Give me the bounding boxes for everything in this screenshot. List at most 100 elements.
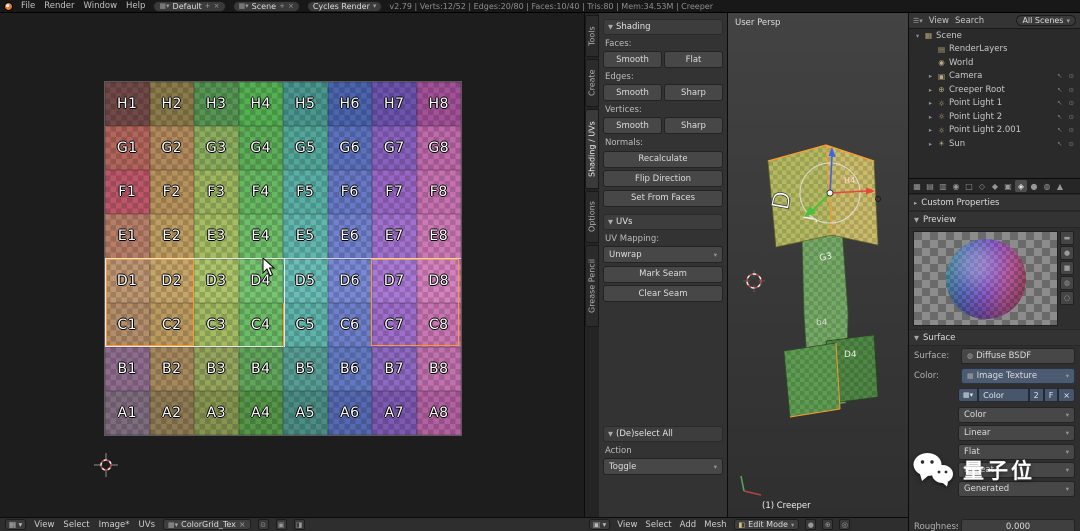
- render-engine-selector[interactable]: Cycles Render ▾: [307, 1, 383, 12]
- delete-scene-icon[interactable]: ×: [288, 2, 294, 10]
- preview-sphere[interactable]: ●: [1060, 246, 1074, 260]
- unlink-image-icon[interactable]: ×: [239, 520, 246, 529]
- uv-grid-cell[interactable]: H1: [105, 82, 150, 126]
- custom-properties-section-header[interactable]: ▸ Custom Properties: [909, 194, 1080, 211]
- uv-grid-cell[interactable]: E8: [417, 214, 462, 258]
- uv-grid-cell[interactable]: A7: [372, 391, 417, 435]
- uv-grid-cell[interactable]: H7: [372, 82, 417, 126]
- uv-grid-cell[interactable]: G7: [372, 126, 417, 170]
- shading-panel-header[interactable]: ▼ Shading: [603, 19, 723, 35]
- uv-grid-cell[interactable]: B3: [194, 347, 239, 391]
- texture-option-color[interactable]: Color▾: [958, 407, 1075, 423]
- pivot-point-icon[interactable]: ⊕: [822, 519, 833, 530]
- world-tab[interactable]: ◉: [950, 180, 962, 192]
- physics-tab[interactable]: ▲: [1054, 180, 1066, 192]
- menu-window[interactable]: Window: [83, 1, 119, 11]
- uv-grid-cell[interactable]: E2: [150, 214, 195, 258]
- roughness-slider[interactable]: 0.000: [961, 519, 1075, 531]
- shelf-tab-tools[interactable]: Tools: [585, 15, 599, 57]
- unwrap-button[interactable]: Unwrap ▾: [603, 246, 723, 263]
- deselect-all-panel-header[interactable]: ▼ (De)select All: [603, 426, 723, 442]
- add-layout-icon[interactable]: +: [205, 2, 211, 10]
- outliner-item-scene[interactable]: ▾▦Scene: [909, 29, 1080, 43]
- uvs-panel-header[interactable]: ▼ UVs: [603, 214, 723, 230]
- uv-grid-cell[interactable]: H2: [150, 82, 195, 126]
- uv-grid-cell[interactable]: C5: [283, 303, 328, 347]
- uv-grid-cell[interactable]: G1: [105, 126, 150, 170]
- surface-shader-button[interactable]: ◍ Diffuse BSDF: [961, 348, 1075, 364]
- flip-direction-button[interactable]: Flip Direction: [603, 170, 723, 187]
- uv-grid-cell[interactable]: D6: [328, 259, 373, 303]
- uv-grid-cell[interactable]: E5: [283, 214, 328, 258]
- uv-grid-cell[interactable]: A6: [328, 391, 373, 435]
- expander-icon[interactable]: ▸: [927, 72, 934, 80]
- outliner-item-sun[interactable]: ▸☀Sun↖ ⊙: [909, 137, 1080, 151]
- menu-help[interactable]: Help: [125, 1, 146, 11]
- edges-sharp-button[interactable]: Sharp: [664, 84, 723, 101]
- editor-type-outliner-icon[interactable]: ☰▾: [913, 17, 923, 25]
- shelf-tab-shading-uvs[interactable]: Shading / UVs: [585, 109, 599, 189]
- uv-grid-cell[interactable]: B5: [283, 347, 328, 391]
- menu-render[interactable]: Render: [43, 1, 75, 11]
- outliner-item-camera[interactable]: ▸▣Camera↖ ⊙: [909, 70, 1080, 84]
- restrict-toggles[interactable]: ↖ ⊙: [1057, 99, 1080, 107]
- set-from-faces-button[interactable]: Set From Faces: [603, 190, 723, 207]
- shelf-tab-options[interactable]: Options: [585, 191, 599, 243]
- outliner-item-creeper-root[interactable]: ▸⊕Creeper Root↖ ⊙: [909, 83, 1080, 97]
- fake-user-button[interactable]: F: [1044, 388, 1059, 402]
- vp-menu-add[interactable]: Add: [679, 520, 697, 530]
- modifiers-tab[interactable]: ◆: [989, 180, 1001, 192]
- editor-type-image-icon[interactable]: ▦ ▾: [5, 519, 26, 530]
- mode-selector[interactable]: ◧ Edit Mode ▾: [734, 519, 800, 530]
- uv-grid-cell[interactable]: F2: [150, 170, 195, 214]
- edges-smooth-button[interactable]: Smooth: [603, 84, 662, 101]
- uv-grid-cell[interactable]: G2: [150, 126, 195, 170]
- preview-flat[interactable]: ▬: [1060, 231, 1074, 245]
- uv-grid-cell[interactable]: F5: [283, 170, 328, 214]
- surface-section-header[interactable]: ▼ Surface: [909, 329, 1080, 346]
- restrict-toggles[interactable]: ↖ ⊙: [1057, 113, 1080, 121]
- add-scene-icon[interactable]: +: [279, 2, 285, 10]
- layout-selector[interactable]: ▦▾ Default + ×: [153, 1, 225, 12]
- unlink-image-button[interactable]: ×: [1058, 388, 1075, 402]
- uv-grid-cell[interactable]: D4: [239, 259, 284, 303]
- scene-tab[interactable]: ▥: [937, 180, 949, 192]
- object-tab[interactable]: □: [963, 180, 975, 192]
- preview-cube[interactable]: ■: [1060, 261, 1074, 275]
- uv-grid-cell[interactable]: B6: [328, 347, 373, 391]
- uv-grid-cell[interactable]: C3: [194, 303, 239, 347]
- image-datablock-selector[interactable]: ▦▾ ColorGrid_Tex ×: [163, 519, 251, 530]
- uv-grid-cell[interactable]: F1: [105, 170, 150, 214]
- outliner-item-point-light-2[interactable]: ▸☼Point Light 2↖ ⊙: [909, 110, 1080, 124]
- uv-grid-cell[interactable]: F4: [239, 170, 284, 214]
- uv-image-editor[interactable]: H1H2H3H4H5H6H7H8G1G2G3G4G5G6G7G8F1F2F3F4…: [0, 13, 584, 517]
- expander-icon[interactable]: ▸: [927, 113, 934, 121]
- uv-grid-cell[interactable]: B2: [150, 347, 195, 391]
- uv-grid-cell[interactable]: D5: [283, 259, 328, 303]
- creeper-model[interactable]: D J H4 G3 b4 D4: [728, 13, 908, 517]
- outliner-display-filter[interactable]: All Scenes ▾: [1016, 15, 1076, 26]
- expander-icon[interactable]: ▸: [927, 140, 934, 148]
- image-users-badge[interactable]: 2: [1029, 388, 1044, 402]
- uv-grid-cell[interactable]: A3: [194, 391, 239, 435]
- uv-grid-cell[interactable]: H8: [417, 82, 462, 126]
- uv-snap-icon[interactable]: ◨: [294, 519, 305, 530]
- uv-grid-cell[interactable]: B1: [105, 347, 150, 391]
- data-tab[interactable]: ▣: [1002, 180, 1014, 192]
- blender-logo-icon[interactable]: [4, 2, 13, 11]
- clear-seam-button[interactable]: Clear Seam: [603, 285, 723, 302]
- uv-grid-cell[interactable]: G5: [283, 126, 328, 170]
- uv-menu-view[interactable]: View: [33, 520, 55, 530]
- scene-selector[interactable]: ▦▾ Scene + ×: [233, 1, 300, 12]
- vp-menu-select[interactable]: Select: [644, 520, 672, 530]
- uv-grid-cell[interactable]: E7: [372, 214, 417, 258]
- render-layers-tab[interactable]: ▤: [924, 180, 936, 192]
- snap-icon[interactable]: ◎: [839, 519, 850, 530]
- uv-menu-select[interactable]: Select: [62, 520, 90, 530]
- uv-grid-cell[interactable]: B4: [239, 347, 284, 391]
- expander-icon[interactable]: ▸: [927, 86, 934, 94]
- uv-menu-image[interactable]: Image*: [98, 520, 131, 530]
- browse-image-icon[interactable]: ▦▾: [958, 388, 978, 402]
- color-input-button[interactable]: ▦ Image Texture ▾: [961, 368, 1075, 384]
- uv-grid-cell[interactable]: H3: [194, 82, 239, 126]
